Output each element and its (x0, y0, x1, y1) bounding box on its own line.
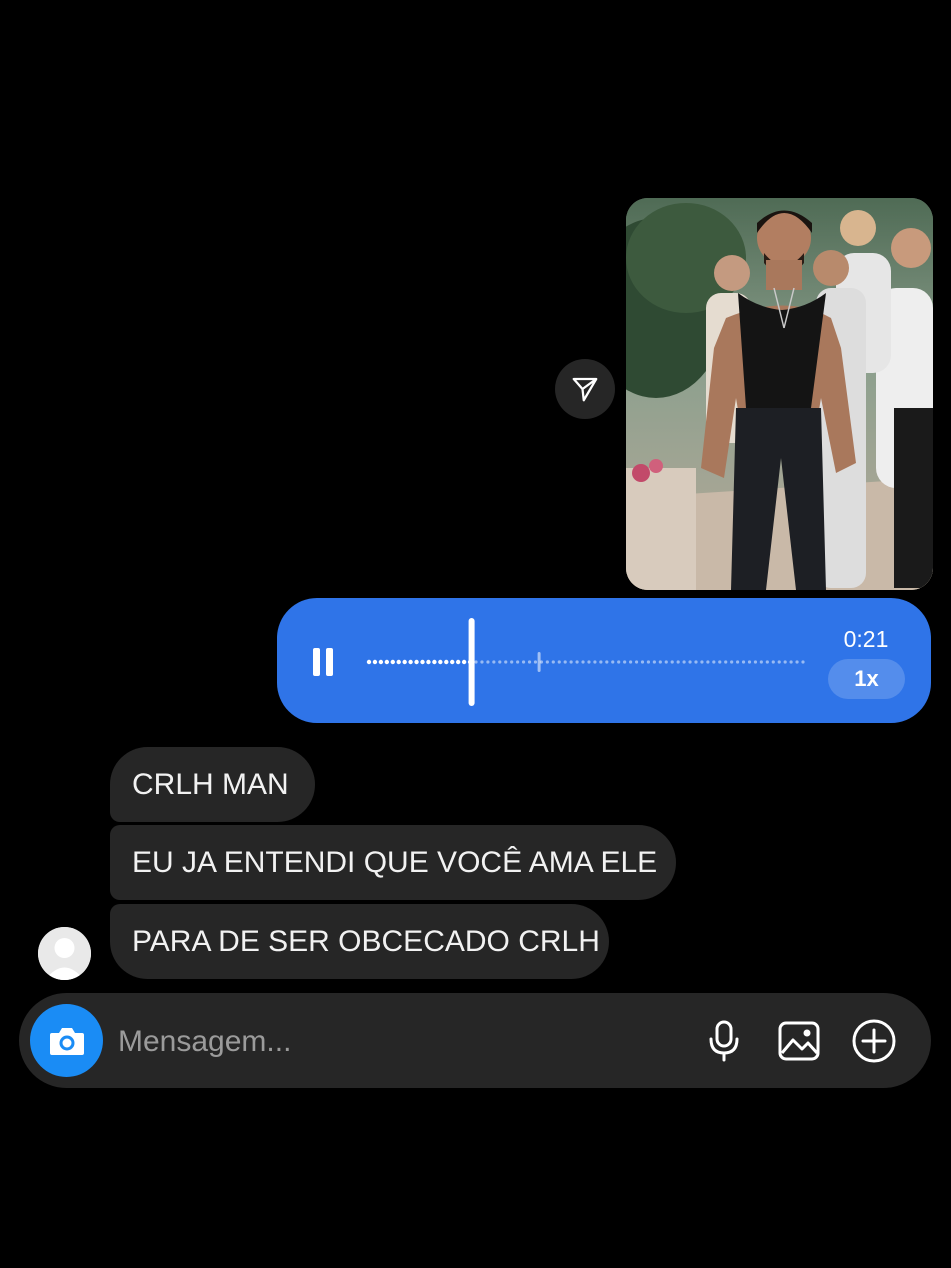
message-text: CRLH MAN (132, 767, 289, 801)
waveform-dot (771, 660, 775, 664)
waveform-dot (676, 660, 680, 664)
waveform-dot (753, 660, 758, 664)
waveform-dot (545, 660, 549, 664)
waveform-dot (694, 660, 698, 664)
waveform-dot (420, 659, 425, 665)
send-icon (572, 377, 598, 402)
gallery-button[interactable] (775, 1017, 823, 1065)
waveform-dot (378, 659, 384, 665)
shared-photo[interactable] (626, 198, 933, 590)
image-icon (778, 1021, 820, 1061)
waveform-dot (384, 659, 390, 665)
waveform-dot (664, 660, 668, 664)
camera-icon (49, 1027, 84, 1055)
waveform-dot (795, 660, 799, 664)
waveform-dot (366, 659, 372, 665)
waveform-dot (527, 660, 532, 664)
waveform-dot (390, 659, 395, 665)
waveform-dot (450, 659, 455, 665)
waveform-dot (533, 660, 538, 664)
waveform-dot (563, 660, 567, 664)
camera-button[interactable] (30, 1004, 103, 1077)
message-input[interactable] (118, 1020, 678, 1064)
waveform-dot (706, 660, 710, 664)
waveform-dot (640, 660, 645, 664)
waveform-dot (581, 660, 585, 664)
waveform-dot (557, 660, 561, 664)
waveform-dot (474, 660, 478, 664)
message-text: EU JA ENTENDI QUE VOCÊ AMA ELE (132, 845, 658, 879)
avatar[interactable] (38, 927, 91, 980)
waveform-dot (623, 660, 627, 664)
waveform-dot (575, 660, 579, 664)
received-message[interactable]: PARA DE SER OBCECADO CRLH (110, 904, 609, 979)
waveform-dot (521, 660, 526, 664)
waveform-dot (765, 660, 769, 664)
waveform-dot (747, 660, 752, 664)
waveform-dot (414, 659, 419, 665)
share-post-button[interactable] (555, 359, 615, 419)
voice-duration: 0:21 (843, 626, 889, 652)
waveform-dot (646, 660, 651, 664)
waveform-dot (516, 660, 520, 664)
waveform-dot (480, 660, 484, 664)
waveform-dot (628, 660, 633, 664)
waveform-dot (688, 660, 692, 664)
waveform-dot (777, 660, 781, 664)
waveform-dot (486, 660, 490, 664)
waveform-dot (789, 660, 793, 664)
waveform-dot (426, 659, 431, 665)
default-avatar-icon (38, 927, 91, 980)
waveform-dot (438, 659, 443, 665)
waveform-dot (759, 660, 763, 664)
waveform-dot (634, 660, 639, 664)
more-options-button[interactable] (850, 1017, 898, 1065)
message-text: PARA DE SER OBCECADO CRLH (132, 924, 600, 958)
plus-circle-icon (852, 1019, 896, 1063)
waveform-dot (658, 660, 662, 664)
waveform-dot (444, 659, 449, 665)
waveform-dot (670, 660, 674, 664)
waveform-dot (736, 660, 740, 664)
playhead-handle[interactable] (468, 618, 475, 706)
photo-illustration (626, 198, 933, 590)
waveform-dot (510, 660, 514, 664)
waveform-peak (537, 652, 541, 672)
waveform-dot (599, 660, 603, 664)
waveform-dot (593, 660, 597, 664)
waveform-dot (724, 660, 728, 664)
waveform-dot (372, 659, 378, 665)
waveform-dot (396, 659, 401, 665)
waveform-dot (587, 660, 591, 664)
waveform-dot (712, 660, 716, 664)
waveform-dot (551, 660, 555, 664)
received-message[interactable]: CRLH MAN (110, 747, 315, 822)
microphone-button[interactable] (700, 1017, 748, 1065)
waveform-dot (700, 660, 704, 664)
waveform-dot (617, 660, 621, 664)
waveform-dot (611, 660, 615, 664)
waveform-dot (432, 659, 437, 665)
waveform-dot (461, 659, 467, 665)
waveform-dot (498, 660, 502, 664)
waveform-dot (801, 660, 805, 664)
waveform-dot (605, 660, 609, 664)
microphone-icon (709, 1020, 739, 1062)
pause-icon[interactable] (308, 645, 338, 679)
waveform-dot (402, 659, 407, 665)
waveform-dot (730, 660, 734, 664)
waveform-dot (455, 659, 461, 665)
waveform-dot (741, 660, 746, 664)
audio-waveform[interactable] (366, 616, 806, 708)
playback-speed-button[interactable]: 1x (828, 659, 905, 699)
waveform-dot (718, 660, 722, 664)
waveform-dot (682, 660, 686, 664)
waveform-dot (652, 660, 656, 664)
waveform-dot (783, 660, 787, 664)
waveform-dot (569, 660, 573, 664)
waveform-dot (408, 659, 413, 665)
waveform-dot (492, 660, 496, 664)
waveform-dot (504, 660, 508, 664)
received-message[interactable]: EU JA ENTENDI QUE VOCÊ AMA ELE (110, 825, 676, 900)
